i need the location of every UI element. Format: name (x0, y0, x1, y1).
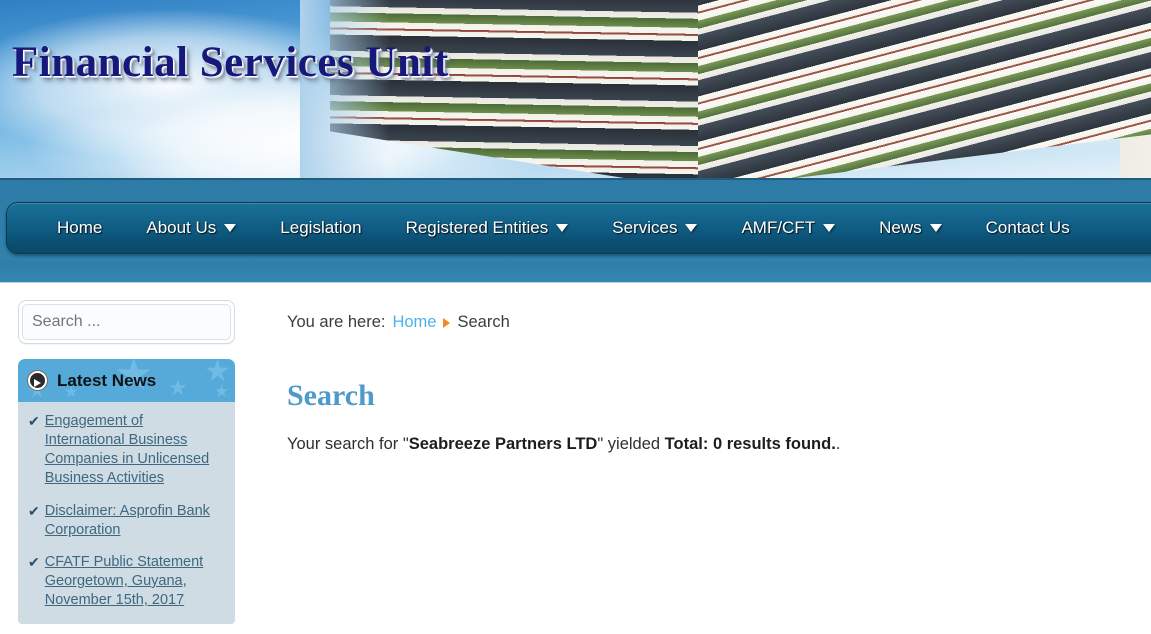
sidebar: ★ ★ ★ ★ ★ ★ Latest News ✔ Engagement of I… (0, 283, 253, 634)
site-title: Financial Services Unit (12, 39, 449, 86)
nav-item-about-us[interactable]: About Us (124, 203, 258, 253)
latest-news-header: ★ ★ ★ ★ ★ ★ Latest News (18, 359, 235, 402)
check-icon: ✔ (28, 502, 40, 519)
main-navigation: Home About Us Legislation Registered Entiti… (6, 202, 1151, 254)
triangle-right-icon (443, 317, 451, 328)
building-photo (330, 0, 1151, 178)
nav-item-label: AMF/CFT (741, 218, 816, 237)
nav-item-label: Home (57, 218, 103, 237)
result-middle: " yielded (597, 435, 665, 453)
navigation-band: Home About Us Legislation Registered Entiti… (0, 178, 1151, 283)
nav-item-contact-us[interactable]: Contact Us (964, 203, 1092, 253)
result-suffix: . (835, 435, 841, 453)
list-item: ✔ CFATF Public Statement Georgetown, Guya… (28, 553, 223, 610)
page-title: Search (287, 379, 375, 412)
nav-item-amf-cft[interactable]: AMF/CFT (719, 203, 857, 253)
result-total: Total: 0 results found. (664, 435, 836, 453)
nav-item-list: Home About Us Legislation Registered Entiti… (7, 203, 1092, 253)
page-root: Financial Services Unit Home About Us Legi… (0, 0, 1151, 634)
banner-edge-fade (300, 0, 390, 178)
chevron-down-icon (929, 224, 942, 232)
breadcrumb: You are here: Home Search (287, 313, 1151, 332)
nav-item-registered-entities[interactable]: Registered Entities (384, 203, 591, 253)
arrow-circle-right-icon (28, 371, 47, 390)
nav-bottom-strip (0, 261, 1151, 283)
result-prefix: Your search for " (287, 435, 409, 453)
chevron-down-icon (685, 224, 698, 232)
nav-item-label: Contact Us (985, 218, 1070, 237)
nav-item-label: About Us (146, 218, 217, 237)
news-link[interactable]: Disclaimer: Asprofin Bank Corporation (45, 502, 223, 540)
nav-item-label: Legislation (280, 218, 362, 237)
search-box (18, 300, 235, 344)
page-body: ★ ★ ★ ★ ★ ★ Latest News ✔ Engagement of I… (0, 283, 1151, 634)
latest-news-list: ✔ Engagement of International Business Co… (18, 402, 235, 625)
news-link[interactable]: Engagement of International Business Com… (45, 412, 223, 489)
nav-item-services[interactable]: Services (590, 203, 719, 253)
search-input[interactable] (22, 304, 231, 340)
list-item: ✔ Engagement of International Business Co… (28, 412, 223, 489)
breadcrumb-current: Search (457, 313, 510, 331)
nav-item-label: Registered Entities (405, 218, 549, 237)
chevron-down-icon (823, 224, 836, 232)
check-icon: ✔ (28, 553, 40, 570)
nav-item-legislation[interactable]: Legislation (258, 203, 383, 253)
nav-item-label: News (879, 218, 922, 237)
building-right-face (698, 0, 1151, 178)
breadcrumb-home-link[interactable]: Home (392, 313, 436, 332)
chevron-down-icon (224, 224, 237, 232)
news-link[interactable]: CFATF Public Statement Georgetown, Guyan… (45, 553, 223, 610)
site-banner: Financial Services Unit (0, 0, 1151, 178)
list-item: ✔ Disclaimer: Asprofin Bank Corporation (28, 502, 223, 540)
breadcrumb-prefix: You are here: (287, 313, 386, 331)
result-query: Seabreeze Partners LTD (408, 435, 598, 453)
main-content: You are here: Home Search Search Your se… (253, 283, 1151, 634)
check-icon: ✔ (28, 413, 40, 429)
search-result-summary: Your search for "Seabreeze Partners LTD"… (287, 435, 1151, 454)
nav-item-news[interactable]: News (857, 203, 964, 253)
chevron-down-icon (556, 224, 569, 232)
nav-item-label: Services (612, 218, 678, 237)
nav-item-home[interactable]: Home (35, 203, 124, 253)
latest-news-title: Latest News (57, 370, 157, 390)
